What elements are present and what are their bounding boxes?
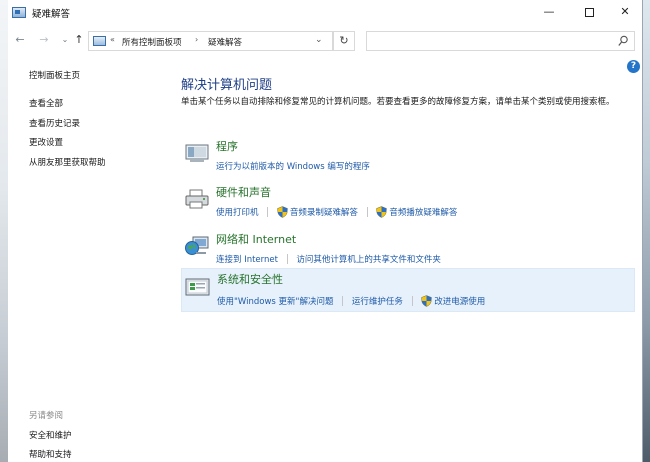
help-icon[interactable]: ? [627,60,640,73]
link-divider [286,254,288,264]
refresh-button[interactable]: ↻ [333,31,355,51]
breadcrumb-separator[interactable]: › [195,35,198,44]
up-button[interactable]: ↑ [71,32,87,48]
breadcrumb-overflow[interactable]: « [110,35,115,44]
link-windows-update[interactable]: 使用"Windows 更新"解决问题 [217,295,333,307]
see-also-security-maintenance[interactable]: 安全和维护 [29,429,72,441]
sidebar-item-get-help[interactable]: 从朋友那里获取帮助 [29,156,106,168]
maximize-icon [584,7,594,17]
category-hardware-sound-title[interactable]: 硬件和声音 [216,184,271,200]
link-run-old-programs[interactable]: 运行为以前版本的 Windows 编写的程序 [216,160,370,172]
forward-button[interactable]: → [36,32,52,48]
category-network-internet-title[interactable]: 网络和 Internet [216,231,296,247]
sidebar-item-change-settings[interactable]: 更改设置 [29,136,63,148]
troubleshooting-window: 疑难解答 — ✕ ← → ⌄ ↑ « 所有控制面板项 › 疑难解答 ⌄ ↻ ? … [0,0,643,462]
category-system-security[interactable]: 系统和安全性 使用"Windows 更新"解决问题 运行维护任务 改进电源使用 [181,268,635,312]
link-connect-internet[interactable]: 连接到 Internet [216,253,278,265]
printer-icon [185,189,209,209]
network-globe-icon [185,236,209,255]
title-bar: 疑难解答 — ✕ [0,0,643,26]
breadcrumb-all-items[interactable]: 所有控制面板项 [122,36,182,48]
link-use-printer[interactable]: 使用打印机 [216,206,259,218]
back-button[interactable]: ← [12,32,28,48]
link-shared-files[interactable]: 访问其他计算机上的共享文件和文件夹 [296,253,441,265]
page-description: 单击某个任务以自动排除和修复常见的计算机问题。若要查看更多的故障修复方案，请单击… [181,97,615,107]
link-divider [366,207,368,217]
uac-shield-icon [277,206,288,218]
category-network-internet-links: 连接到 Internet 访问其他计算机上的共享文件和文件夹 [216,253,441,265]
search-box[interactable] [366,31,635,51]
category-system-security-title[interactable]: 系统和安全性 [217,271,283,287]
navigation-bar: ← → ⌄ ↑ « 所有控制面板项 › 疑难解答 ⌄ ↻ [0,27,643,55]
system-security-icon [185,278,210,296]
control-panel-icon [93,36,106,46]
search-icon[interactable] [618,35,628,47]
sidebar-home-link[interactable]: 控制面板主页 [29,69,80,81]
link-divider [342,296,344,306]
desktop-background [643,0,650,462]
window-edge-shade [0,0,8,462]
category-programs[interactable]: 程序 运行为以前版本的 Windows 编写的程序 [181,136,635,178]
link-audio-playback[interactable]: 音频播放疑难解答 [389,206,457,218]
category-system-security-links: 使用"Windows 更新"解决问题 运行维护任务 改进电源使用 [217,295,485,307]
close-button[interactable]: ✕ [608,0,642,24]
see-also-help-support[interactable]: 帮助和支持 [29,448,72,460]
category-programs-title[interactable]: 程序 [216,138,238,154]
category-network-internet[interactable]: 网络和 Internet 连接到 Internet 访问其他计算机上的共享文件和… [181,229,635,271]
category-programs-links: 运行为以前版本的 Windows 编写的程序 [216,160,370,172]
category-hardware-sound[interactable]: 硬件和声音 使用打印机 音频录制疑难解答 音频播放疑难解答 [181,182,635,224]
address-dropdown-button[interactable]: ⌄ [315,35,323,45]
category-hardware-sound-links: 使用打印机 音频录制疑难解答 音频播放疑难解答 [216,206,457,218]
link-divider [267,207,269,217]
link-run-maintenance[interactable]: 运行维护任务 [352,295,403,307]
control-panel-icon [12,7,26,18]
uac-shield-icon [421,295,433,307]
page-title: 解决计算机问题 [181,78,273,93]
uac-shield-icon [376,206,388,218]
link-improve-power[interactable]: 改进电源使用 [434,295,485,307]
link-divider [411,296,413,306]
address-bar[interactable]: « 所有控制面板项 › 疑难解答 ⌄ [88,31,333,51]
search-input[interactable] [371,34,601,48]
sidebar-item-view-history[interactable]: 查看历史记录 [29,117,80,129]
link-audio-recording[interactable]: 音频录制疑难解答 [290,206,358,218]
programs-icon [185,144,209,162]
sidebar-item-view-all[interactable]: 查看全部 [29,97,63,109]
minimize-button[interactable]: — [532,0,566,24]
window-title: 疑难解答 [32,9,71,20]
maximize-button[interactable] [572,0,606,24]
breadcrumb-troubleshooting[interactable]: 疑难解答 [208,36,242,48]
see-also-heading: 另请参阅 [29,411,64,421]
